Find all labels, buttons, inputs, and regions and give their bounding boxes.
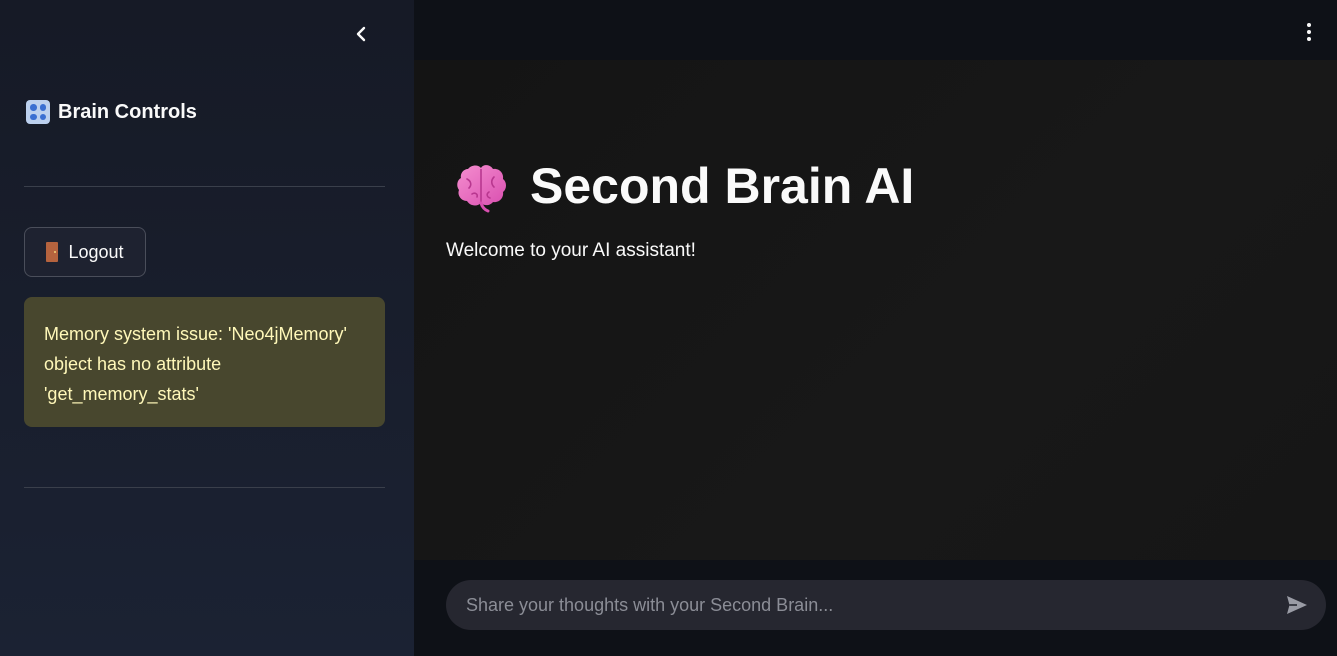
page-title: Second Brain AI <box>454 158 914 214</box>
door-icon <box>46 242 59 262</box>
main-menu-button[interactable] <box>1299 20 1319 44</box>
sidebar: Brain Controls Logout Memory system issu… <box>0 0 414 656</box>
memory-warning-alert: Memory system issue: 'Neo4jMemory' objec… <box>24 297 385 427</box>
top-bar <box>414 0 1337 60</box>
logout-label: Logout <box>68 241 124 262</box>
chat-input[interactable] <box>466 594 1282 616</box>
more-vertical-icon <box>1307 23 1311 27</box>
sidebar-title-text: Brain Controls <box>58 100 197 123</box>
chat-bottom-area <box>414 560 1337 656</box>
sidebar-divider-bottom <box>24 487 385 488</box>
send-icon <box>1287 596 1307 614</box>
send-button[interactable] <box>1282 590 1312 620</box>
chat-input-container <box>446 580 1326 630</box>
logout-button[interactable]: Logout <box>24 227 146 277</box>
main-area: Second Brain AI Welcome to your AI assis… <box>414 0 1337 656</box>
chevron-left-icon <box>356 26 366 42</box>
brain-icon <box>457 165 506 213</box>
welcome-message: Welcome to your AI assistant! <box>446 240 696 261</box>
control-knobs-icon <box>26 100 50 124</box>
collapse-sidebar-button[interactable] <box>348 20 376 48</box>
sidebar-divider-top <box>24 186 385 187</box>
page-title-text: Second Brain AI <box>530 158 915 214</box>
app-root: Brain Controls Logout Memory system issu… <box>0 0 1337 656</box>
warning-text: Memory system issue: 'Neo4jMemory' objec… <box>44 324 347 404</box>
content-area: Second Brain AI Welcome to your AI assis… <box>414 60 1337 560</box>
sidebar-title: Brain Controls <box>26 98 197 126</box>
